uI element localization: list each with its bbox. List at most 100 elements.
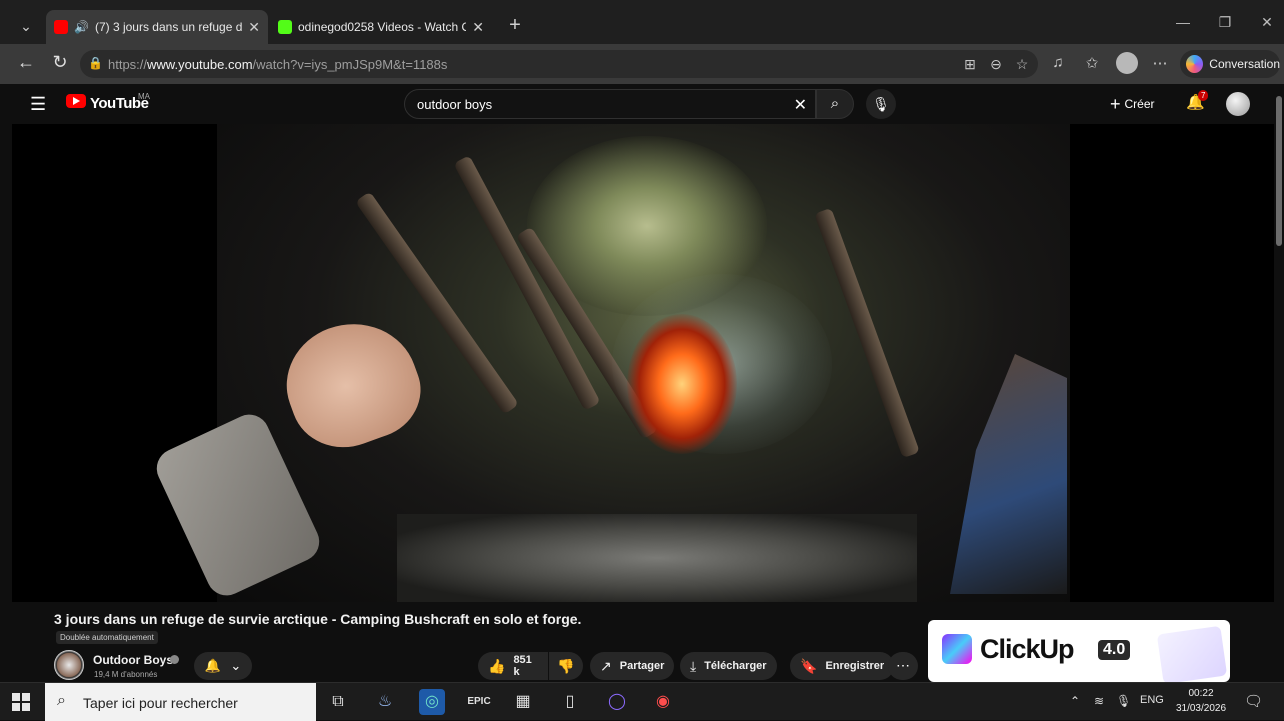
kick-favicon-icon	[278, 20, 292, 34]
create-label: Créer	[1124, 97, 1155, 111]
windows-start-icon[interactable]	[12, 693, 30, 711]
account-avatar[interactable]	[1226, 92, 1250, 116]
save-label: Enregistrer	[825, 660, 885, 672]
ash-ground	[397, 514, 917, 602]
clear-search-icon[interactable]: ✕	[794, 95, 807, 115]
lock-icon[interactable]: 🔒	[88, 56, 103, 70]
tab-close-icon[interactable]: ✕	[248, 19, 260, 36]
more-actions-icon[interactable]: ⋯	[888, 652, 918, 680]
notifications-center-icon[interactable]: 🗨	[1244, 692, 1263, 710]
copilot-conversation-button[interactable]: Conversation	[1180, 50, 1280, 78]
favorites-icon[interactable]: ✩	[1080, 54, 1104, 72]
back-arrow-icon[interactable]: ←	[14, 52, 38, 73]
youtube-header: ☰ YouTube MA outdoor boys ✕ ⌕ 🎙 + Créer …	[12, 84, 1274, 124]
search-button[interactable]: ⌕	[816, 89, 854, 119]
channel-avatar[interactable]	[54, 650, 84, 680]
scrollbar-thumb[interactable]	[1276, 96, 1282, 246]
window-close-icon[interactable]: ✕	[1252, 14, 1282, 31]
clock-date: 31/03/2026	[1175, 703, 1227, 714]
file-icon[interactable]: ▯	[557, 689, 583, 715]
circle-app-icon[interactable]: ◯	[604, 689, 630, 715]
microsoft-store-icon[interactable]: ▦	[510, 689, 536, 715]
browser-toolbar: ← ↻ 🔒 https://www.youtube.com/watch?v=iy…	[0, 44, 1284, 84]
download-button[interactable]: ⤓ Télécharger	[680, 652, 777, 680]
steam-icon[interactable]: ♨	[372, 689, 398, 715]
country-code: MA	[138, 92, 150, 101]
zoom-icon[interactable]: ⊖	[986, 56, 1006, 73]
tab-list-chevron-icon[interactable]: ⌄	[12, 14, 40, 38]
new-tab-plus-icon[interactable]: +	[504, 14, 526, 37]
tab-title: (7) 3 jours dans un refuge de	[94, 20, 243, 34]
windows-taskbar: ⌕ Taper ici pour rechercher ⧉ ♨ ◎ EPIC ▦…	[0, 682, 1284, 721]
chevron-down-icon: ⌄	[230, 658, 242, 673]
campfire	[627, 314, 737, 454]
clock-time: 00:22	[1188, 688, 1214, 699]
language-indicator[interactable]: ENG	[1140, 694, 1164, 706]
tab-close-icon[interactable]: ✕	[472, 19, 484, 36]
taskbar-search-input[interactable]: Taper ici pour rechercher	[83, 695, 238, 711]
shelter-log	[814, 207, 920, 459]
youtube-favicon-icon	[54, 20, 68, 34]
tab-audio-icon[interactable]: 🔊	[74, 20, 89, 34]
youtube-logo-icon[interactable]	[66, 94, 86, 108]
address-bar[interactable]: 🔒 https://www.youtube.com/watch?v=iys_pm…	[80, 50, 1038, 78]
media-control-icon[interactable]: ♫	[1046, 54, 1070, 71]
channel-name[interactable]: Outdoor Boys	[93, 653, 173, 667]
subscription-bell-button[interactable]: 🔔 ⌄	[194, 652, 252, 680]
profile-avatar[interactable]	[1116, 52, 1138, 74]
share-arrow-icon: ↗	[600, 657, 612, 674]
tab-kick-videos[interactable]: odinegod0258 Videos - Watch On ✕	[270, 10, 492, 44]
more-options-icon[interactable]: ⋯	[1148, 54, 1172, 72]
minimize-icon[interactable]: —	[1168, 14, 1198, 30]
share-label: Partager	[619, 660, 665, 672]
search-icon: ⌕	[57, 692, 66, 709]
search-input[interactable]: outdoor boys	[417, 97, 492, 112]
download-icon: ⤓	[690, 657, 697, 674]
task-view-icon[interactable]: ⧉	[325, 689, 351, 715]
copilot-label: Conversation	[1209, 57, 1280, 71]
subscriber-count: 19,4 M d'abonnés	[94, 670, 158, 679]
save-button[interactable]: 🔖 Enregistrer	[790, 652, 895, 680]
ad-version: 4.0	[1098, 640, 1131, 660]
tray-chevron-up-icon[interactable]: ⌃	[1070, 694, 1080, 708]
search-icon: ⌕	[830, 95, 840, 112]
fleece-sleeve	[150, 408, 326, 602]
wifi-icon[interactable]: ≋	[1094, 694, 1104, 708]
restore-icon[interactable]: ❐	[1210, 14, 1240, 31]
copilot-logo-icon	[1186, 55, 1204, 73]
menu-hamburger-icon[interactable]: ☰	[30, 94, 46, 115]
voice-search-mic-icon[interactable]: 🎙	[866, 89, 896, 119]
hand	[270, 305, 434, 463]
taskbar-clock[interactable]: 00:22 31/03/2026	[1172, 686, 1230, 716]
clickup-logo-icon	[942, 634, 972, 664]
ad-brand: ClickUp	[980, 634, 1075, 664]
reload-icon[interactable]: ↻	[48, 52, 72, 73]
dub-badge: Doublée automatiquement	[56, 631, 158, 644]
tab-title: odinegod0258 Videos - Watch On	[298, 20, 467, 34]
video-player[interactable]	[12, 124, 1274, 602]
tab-youtube-video[interactable]: 🔊 (7) 3 jours dans un refuge de ✕	[46, 10, 268, 44]
verified-badge-icon	[170, 655, 179, 664]
video-frame	[150, 124, 1070, 602]
favorite-star-icon[interactable]: ☆	[1012, 56, 1032, 73]
search-box[interactable]: outdoor boys ✕	[404, 89, 816, 119]
microphone-icon[interactable]: 🎙	[1116, 694, 1131, 708]
epic-games-icon[interactable]: EPIC	[466, 689, 492, 715]
address-url[interactable]: https://www.youtube.com/watch?v=iys_pmJS…	[108, 57, 447, 72]
video-title: 3 jours dans un refuge de survie arctiqu…	[54, 611, 582, 627]
dislike-button[interactable]: 👎	[549, 652, 583, 680]
thumbs-up-icon: 👍	[488, 657, 506, 674]
edge-browser-icon[interactable]: ◎	[419, 689, 445, 715]
bookmark-icon: 🔖	[800, 657, 818, 674]
create-button[interactable]: + Créer	[1110, 92, 1155, 116]
share-button[interactable]: ↗ Partager	[590, 652, 675, 680]
app-available-icon[interactable]: ⊞	[960, 56, 980, 73]
taskbar-search[interactable]: ⌕ Taper ici pour rechercher	[45, 683, 316, 721]
bell-icon: 🔔	[204, 658, 221, 673]
browser-tab-strip: ⌄ 🔊 (7) 3 jours dans un refuge de ✕ odin…	[0, 0, 1284, 48]
clickup-ad-banner[interactable]: ClickUp 4.0	[928, 620, 1230, 682]
notification-count-badge: 7	[1198, 90, 1209, 101]
like-button[interactable]: 👍 851 k	[478, 652, 548, 680]
obs-recording-icon[interactable]: ◉	[650, 689, 676, 715]
ad-screenshot	[1156, 625, 1228, 682]
